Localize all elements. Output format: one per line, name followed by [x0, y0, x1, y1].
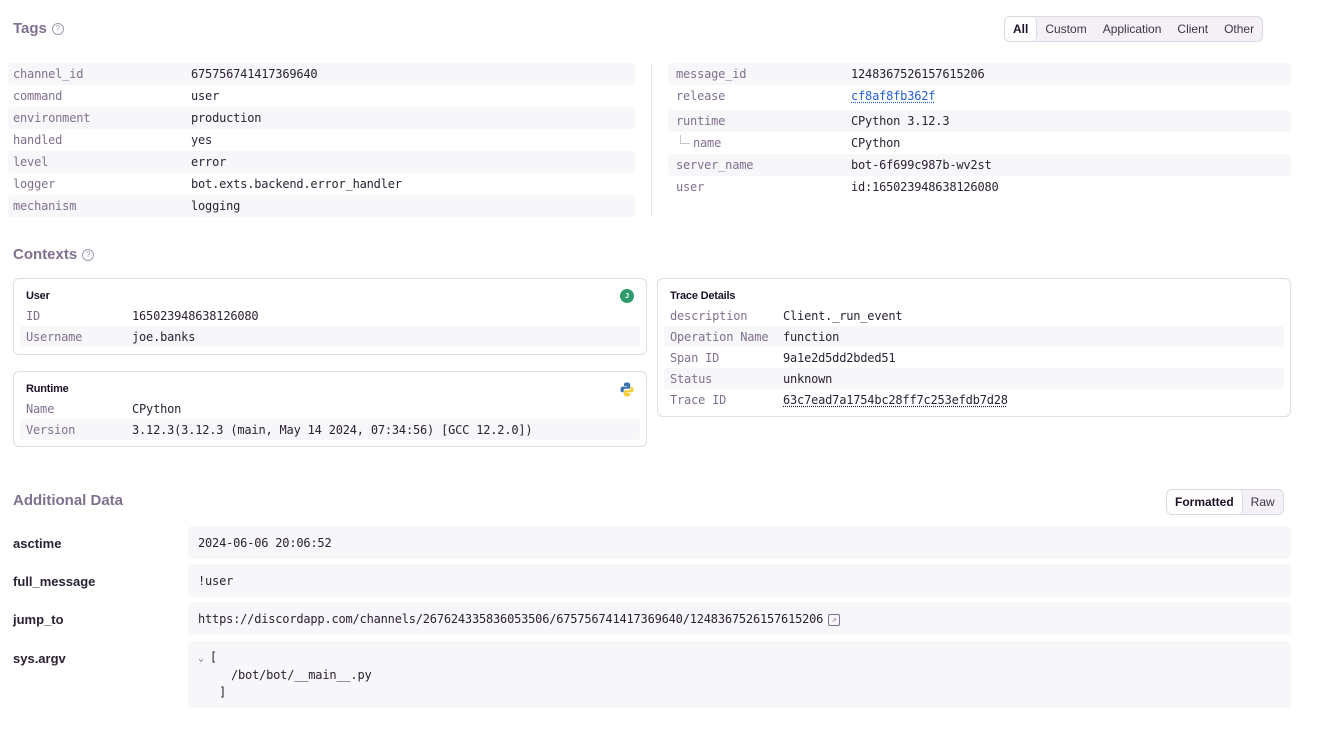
tags-left-column: channel_id 675756741417369640 command user…: [8, 63, 635, 217]
formatted-view-button[interactable]: Formatted: [1167, 490, 1243, 514]
contexts-title: Contexts: [13, 246, 78, 263]
tag-row[interactable]: runtime CPython 3.12.3: [668, 110, 1291, 132]
additional-data-section-title: Additional Data: [13, 492, 123, 509]
view-mode-toggle: Formatted Raw: [1166, 489, 1284, 515]
tag-row[interactable]: logger bot.exts.backend.error_handler: [8, 173, 635, 195]
raw-view-button[interactable]: Raw: [1243, 490, 1283, 514]
chevron-down-icon[interactable]: ⌄: [198, 650, 204, 667]
context-row: description Client._run_event: [670, 308, 903, 323]
release-link[interactable]: cf8af8fb362f: [851, 89, 935, 103]
context-card-runtime: Runtime Name CPython Version 3.12.3(3.12.3…: [13, 371, 647, 447]
trace-id-link[interactable]: 63c7ead7a1754bc28ff7c253efdb7d28: [783, 393, 1008, 407]
context-row: ID 165023948638126080: [26, 308, 259, 323]
help-icon[interactable]: ?: [82, 248, 95, 261]
tag-row[interactable]: level error: [8, 151, 635, 173]
context-row: Version 3.12.3(3.12.3 (main, May 14 2024,…: [20, 419, 640, 440]
tag-row[interactable]: environment production: [8, 107, 635, 129]
tag-row[interactable]: command user: [8, 85, 635, 107]
context-row: Name CPython: [26, 401, 182, 416]
tags-column-divider: [651, 63, 652, 217]
tab-other[interactable]: Other: [1216, 17, 1262, 41]
tags-title: Tags: [13, 20, 47, 37]
tag-row-nested[interactable]: name CPython: [668, 132, 1291, 154]
tree-branch-icon: [680, 134, 690, 144]
contexts-section-title: Contexts ?: [13, 246, 95, 263]
tags-right-column: message_id 1248367526157615206 release cf8…: [668, 63, 1291, 198]
additional-data-title: Additional Data: [13, 492, 124, 509]
additional-data-row: asctime 2024-06-06 20:06:52: [13, 526, 1291, 559]
context-row: Status unknown: [664, 368, 1284, 389]
tag-row[interactable]: message_id 1248367526157615206: [668, 63, 1291, 85]
context-card-title: Trace Details: [670, 290, 736, 302]
tag-row[interactable]: channel_id 675756741417369640: [8, 63, 635, 85]
additional-data-row: jump_to https://discordapp.com/channels/…: [13, 602, 1291, 635]
tab-custom[interactable]: Custom: [1037, 17, 1094, 41]
context-row: Span ID 9a1e2d5dd2bded51: [670, 350, 896, 365]
tag-row[interactable]: release cf8af8fb362f: [668, 85, 1291, 107]
tag-row[interactable]: handled yes: [8, 129, 635, 151]
jump-to-url: https://discordapp.com/channels/26762433…: [198, 612, 824, 626]
context-card-user: User J ID 165023948638126080 Username joe.…: [13, 278, 647, 355]
python-icon: [620, 382, 634, 400]
additional-data-row: sys.argv ⌄[ /bot/bot/__main__.py ]: [13, 641, 1291, 708]
tag-row[interactable]: server_name bot-6f699c987b-wv2st: [668, 154, 1291, 176]
tags-section-title: Tags ?: [13, 20, 64, 37]
tags-filter-tabs: All Custom Application Client Other: [1004, 16, 1264, 42]
context-card-title: Runtime: [26, 383, 69, 395]
tag-row[interactable]: user id:165023948638126080: [668, 176, 1291, 198]
tab-all[interactable]: All: [1005, 17, 1038, 41]
tag-row[interactable]: mechanism logging: [8, 195, 635, 217]
tab-application[interactable]: Application: [1095, 17, 1170, 41]
tab-client[interactable]: Client: [1169, 17, 1216, 41]
help-icon[interactable]: ?: [51, 22, 64, 35]
context-row: Trace ID 63c7ead7a1754bc28ff7c253efdb7d28: [670, 392, 1008, 407]
additional-data-row: full_message !user: [13, 564, 1291, 597]
user-avatar-icon: J: [620, 289, 634, 303]
context-row: Operation Name function: [664, 326, 1284, 347]
context-card-trace: Trace Details description Client._run_eve…: [657, 278, 1291, 417]
array-item: /bot/bot/__main__.py: [231, 668, 372, 682]
external-link-icon[interactable]: ↗: [828, 613, 841, 626]
context-card-title: User: [26, 290, 50, 302]
context-row: Username joe.banks: [20, 326, 640, 347]
